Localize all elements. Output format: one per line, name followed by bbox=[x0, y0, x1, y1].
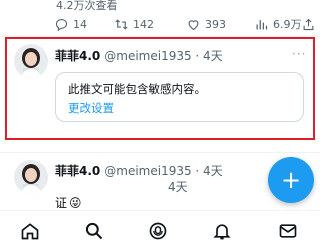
retweet-count: 142 bbox=[133, 17, 154, 31]
retweet-button[interactable]: 142 bbox=[114, 14, 154, 34]
views-button[interactable]: 6.9万 bbox=[254, 14, 302, 34]
avatar-image bbox=[14, 44, 48, 78]
avatar[interactable] bbox=[14, 44, 48, 78]
spaces-icon bbox=[149, 222, 167, 240]
nav-messages[interactable] bbox=[276, 219, 300, 243]
share-button[interactable] bbox=[301, 14, 316, 34]
avatar[interactable] bbox=[14, 160, 48, 194]
tweet-time: 4天 bbox=[168, 180, 188, 194]
nav-search[interactable] bbox=[82, 219, 106, 243]
home-icon bbox=[21, 223, 39, 240]
notifications-icon bbox=[213, 224, 231, 240]
author-name[interactable]: 菲菲4.0 bbox=[55, 162, 100, 179]
emoji: 😜 bbox=[69, 195, 82, 210]
change-settings-link[interactable]: 更改设置 bbox=[68, 100, 114, 116]
retweet-icon bbox=[115, 18, 128, 30]
tweet-text: 证 bbox=[55, 196, 68, 210]
divider bbox=[0, 152, 320, 153]
like-icon bbox=[188, 19, 199, 30]
sensitive-content-card: 此推文可能包含敏感内容。 更改设置 bbox=[55, 72, 304, 122]
avatar-image bbox=[14, 160, 48, 194]
nav-notifications[interactable] bbox=[210, 219, 234, 243]
share-icon bbox=[303, 18, 314, 30]
like-count: 393 bbox=[205, 17, 226, 31]
reply-count: 14 bbox=[73, 17, 87, 31]
like-button[interactable]: 393 bbox=[186, 14, 226, 34]
nav-home[interactable] bbox=[18, 219, 42, 243]
author-handle-time[interactable]: @meimei1935 · 4天 bbox=[104, 47, 222, 64]
tweet-action-bar: 14 142 393 6.9万 bbox=[54, 14, 316, 34]
reply-button[interactable]: 14 bbox=[54, 14, 87, 34]
messages-icon bbox=[279, 224, 297, 238]
author-name[interactable]: 菲菲4.0 bbox=[55, 47, 100, 64]
reply-icon bbox=[55, 18, 68, 31]
sensitive-warning-text: 此推文可能包含敏感内容。 bbox=[68, 82, 206, 96]
nav-spaces[interactable] bbox=[146, 219, 170, 243]
compose-button[interactable]: + bbox=[268, 157, 314, 203]
bottom-navigation bbox=[0, 210, 320, 251]
search-icon bbox=[85, 222, 103, 240]
views-count: 4.2万次查看 bbox=[56, 0, 118, 12]
views-icon bbox=[256, 19, 268, 29]
plus-icon: + bbox=[280, 166, 302, 194]
more-options-button[interactable]: ··· bbox=[292, 47, 306, 61]
author-handle-time[interactable]: @meimei1935 · 4天 bbox=[104, 162, 222, 179]
views-stat: 6.9万 bbox=[273, 18, 302, 31]
